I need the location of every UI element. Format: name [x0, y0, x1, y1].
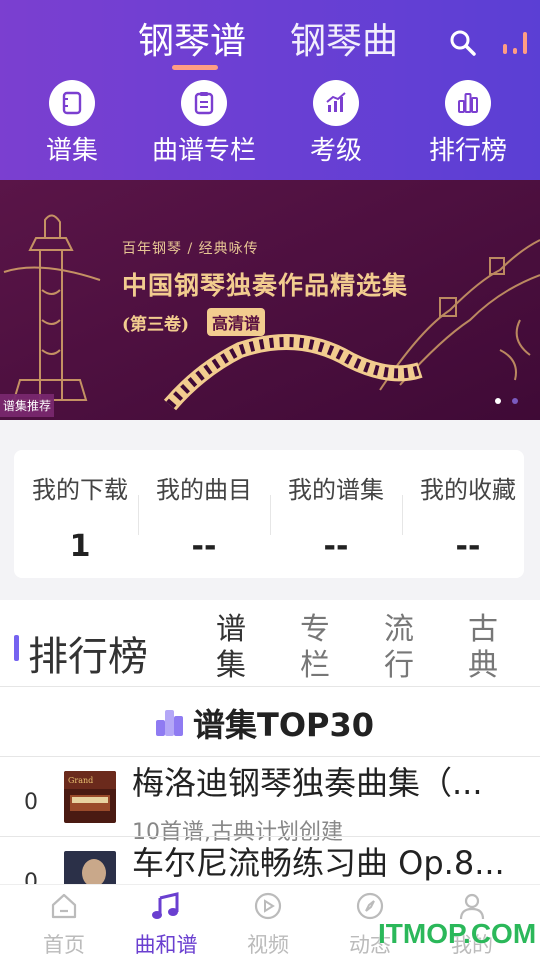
stat-label: 我的收藏 — [420, 476, 516, 504]
rank-bars-icon[interactable] — [500, 28, 530, 58]
header: 钢琴谱 钢琴曲 谱集 曲谱专栏 考级 排行榜 — [0, 0, 540, 180]
notebook-icon — [49, 80, 95, 126]
my-stats-card: 我的下载 1 我的曲目 -- 我的谱集 -- 我的收藏 -- — [14, 450, 524, 578]
ranking-tab-columns[interactable]: 专栏 — [298, 612, 332, 684]
nav-music-score[interactable]: 曲和谱 — [116, 891, 216, 959]
stat-label: 我的下载 — [32, 476, 128, 504]
watermark: ITMOP.COM — [378, 918, 537, 949]
stat-collections[interactable]: 我的谱集 -- — [270, 450, 402, 578]
banner-tag: 谱集推荐 — [0, 394, 55, 417]
ranking-title: 排行榜 — [28, 634, 148, 680]
stat-value: -- — [455, 529, 481, 564]
category-label: 谱集 — [45, 136, 98, 166]
category-score-column[interactable]: 曲谱专栏 — [144, 80, 264, 167]
list-header: 谱集TOP30 — [0, 688, 540, 756]
tab-piano-score[interactable]: 钢琴谱 — [138, 12, 246, 64]
item-title: 梅洛迪钢琴独奏曲集（... — [132, 764, 483, 802]
top-tabs: 钢琴谱 钢琴曲 — [0, 10, 540, 70]
banner-badge: 高清谱 — [207, 308, 266, 336]
nav-home[interactable]: 首页 — [14, 891, 114, 959]
ranking-section: 排行榜 谱集 专栏 流行 古典 谱集TOP30 0 Grand 梅洛迪钢琴独奏曲… — [0, 600, 540, 903]
stat-label: 我的谱集 — [288, 476, 384, 504]
stat-downloads[interactable]: 我的下载 1 — [14, 450, 146, 578]
rank-number: 0 — [24, 790, 38, 815]
ranking-header: 排行榜 谱集 专栏 流行 古典 — [0, 600, 540, 686]
tab-piano-music[interactable]: 钢琴曲 — [290, 12, 398, 64]
nav-label: 首页 — [43, 933, 85, 957]
banner-title: 中国钢琴独奏作品精选集 — [122, 271, 409, 300]
ranking-tab-pop[interactable]: 流行 — [382, 612, 416, 684]
user-icon — [459, 893, 485, 920]
item-title: 车尔尼流畅练习曲 Op.8... — [132, 844, 505, 882]
category-row: 谱集 曲谱专栏 考级 排行榜 — [0, 80, 540, 170]
svg-text:Grand: Grand — [68, 776, 93, 785]
category-label: 考级 — [309, 136, 362, 166]
category-label: 排行榜 — [428, 136, 507, 166]
music-note-icon — [152, 892, 179, 919]
compass-icon — [356, 892, 384, 920]
stat-label: 我的曲目 — [156, 476, 252, 504]
section-accent-bar — [14, 635, 19, 661]
play-icon — [254, 892, 282, 920]
growth-chart-icon — [313, 80, 359, 126]
search-icon[interactable] — [448, 28, 478, 58]
ranking-tab-collections[interactable]: 谱集 — [214, 612, 248, 684]
home-icon — [51, 893, 77, 919]
list-item[interactable]: 0 Grand 梅洛迪钢琴独奏曲集（... 10首谱,古典计划创建 — [0, 756, 540, 845]
carousel-dot-active[interactable] — [495, 398, 501, 404]
banner-volume: (第三卷) — [122, 315, 190, 335]
banner-subtitle: 百年钢琴 / 经典咏传 — [122, 241, 259, 257]
category-label: 曲谱专栏 — [151, 136, 256, 166]
promo-banner[interactable]: 百年钢琴 / 经典咏传 中国钢琴独奏作品精选集 (第三卷) 高清谱 谱集推荐 — [0, 180, 540, 420]
category-ranking[interactable]: 排行榜 — [408, 80, 528, 167]
ranking-tab-classical[interactable]: 古典 — [466, 612, 500, 684]
stat-value: -- — [323, 529, 349, 564]
category-score-collection[interactable]: 谱集 — [12, 80, 132, 167]
bar-chart-icon — [156, 710, 183, 736]
active-tab-indicator — [172, 65, 218, 70]
bar-chart-icon — [445, 80, 491, 126]
stat-value: -- — [191, 529, 217, 564]
nav-video[interactable]: 视频 — [218, 891, 318, 959]
stat-value: 1 — [69, 529, 91, 564]
stat-tracks[interactable]: 我的曲目 -- — [138, 450, 270, 578]
cover-thumbnail: Grand — [64, 771, 116, 823]
nav-label: 视频 — [247, 933, 289, 957]
divider — [0, 686, 540, 687]
list-title: 谱集TOP30 — [193, 706, 375, 744]
category-exam[interactable]: 考级 — [276, 80, 396, 167]
clipboard-icon — [181, 80, 227, 126]
stat-favorites[interactable]: 我的收藏 -- — [402, 450, 534, 578]
carousel-dot[interactable] — [512, 398, 518, 404]
nav-label: 曲和谱 — [134, 933, 198, 957]
